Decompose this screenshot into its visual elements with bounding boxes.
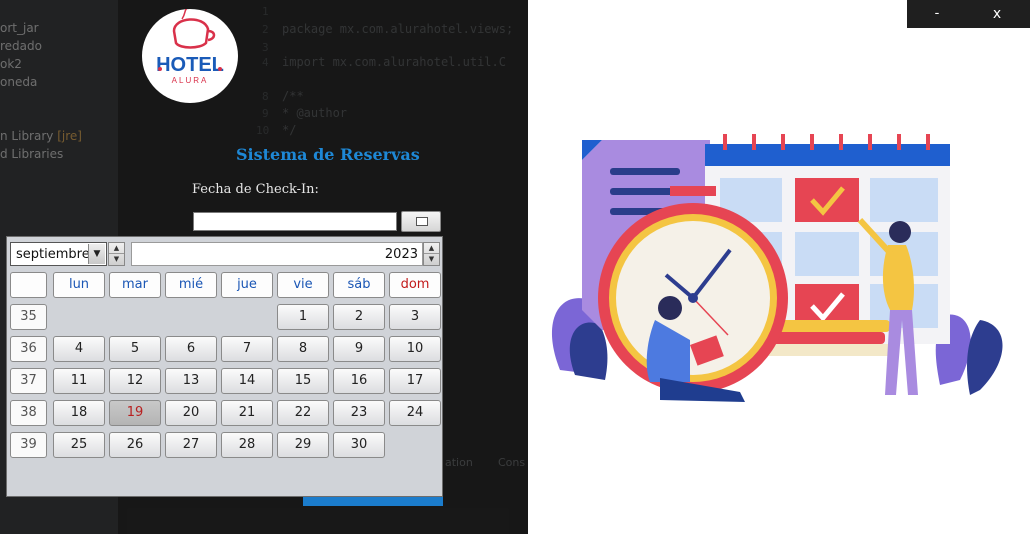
leaf-shape bbox=[569, 322, 608, 380]
day-button[interactable]: 17 bbox=[389, 368, 441, 394]
weekday-header: lun bbox=[53, 272, 105, 298]
weekday-header: jue bbox=[221, 272, 273, 298]
spinner-up-icon[interactable]: ▲ bbox=[424, 243, 439, 254]
day-button[interactable]: 27 bbox=[165, 432, 217, 458]
minimize-button[interactable]: - bbox=[925, 4, 949, 24]
day-button[interactable]: 2 bbox=[333, 304, 385, 330]
page-title: Sistema de Reservas bbox=[236, 145, 420, 164]
spinner-down-icon[interactable]: ▼ bbox=[424, 254, 439, 265]
person-head bbox=[658, 296, 682, 320]
hotel-logo: HOTEL ALURA bbox=[142, 7, 238, 103]
week-header-blank bbox=[10, 272, 47, 298]
week-number: 37 bbox=[10, 368, 47, 394]
spinner-up-icon[interactable]: ▲ bbox=[109, 243, 124, 254]
weekday-header: sáb bbox=[333, 272, 385, 298]
year-spinner[interactable]: ▲ ▼ bbox=[423, 242, 440, 266]
weekday-header-sunday: dom bbox=[389, 272, 441, 298]
day-button[interactable]: 4 bbox=[53, 336, 105, 362]
year-value: 2023 bbox=[384, 247, 418, 262]
logo-text-main: HOTEL bbox=[156, 54, 224, 76]
leaf-shape bbox=[967, 320, 1003, 395]
day-button[interactable]: 11 bbox=[53, 368, 105, 394]
chevron-down-icon[interactable]: ▼ bbox=[88, 244, 105, 264]
weekday-header: mar bbox=[109, 272, 161, 298]
week-number: 38 bbox=[10, 400, 47, 426]
week-number: 35 bbox=[10, 304, 47, 330]
day-button[interactable]: 6 bbox=[165, 336, 217, 362]
month-value: septiembre bbox=[16, 247, 90, 262]
week-number: 36 bbox=[10, 336, 47, 362]
day-button[interactable]: 18 bbox=[53, 400, 105, 426]
day-button[interactable]: 22 bbox=[277, 400, 329, 426]
close-button[interactable]: x bbox=[985, 4, 1009, 24]
weekday-header: mié bbox=[165, 272, 217, 298]
day-button[interactable]: 12 bbox=[109, 368, 161, 394]
day-button[interactable]: 29 bbox=[277, 432, 329, 458]
date-picker-popup: septiembre ▼ ▲ ▼ 2023 ▲ ▼ lun mar mié ju… bbox=[6, 236, 443, 497]
weekday-header: vie bbox=[277, 272, 329, 298]
day-button[interactable]: 21 bbox=[221, 400, 273, 426]
day-button[interactable]: 26 bbox=[109, 432, 161, 458]
day-button[interactable]: 25 bbox=[53, 432, 105, 458]
check-cell bbox=[795, 178, 859, 222]
week-number: 39 bbox=[10, 432, 47, 458]
month-select[interactable]: septiembre ▼ bbox=[10, 242, 107, 266]
spinner-down-icon[interactable]: ▼ bbox=[109, 254, 124, 265]
day-button[interactable]: 20 bbox=[165, 400, 217, 426]
day-button[interactable]: 28 bbox=[221, 432, 273, 458]
day-button-today[interactable]: 19 bbox=[109, 400, 161, 426]
day-button[interactable]: 9 bbox=[333, 336, 385, 362]
checkin-label: Fecha de Check-In: bbox=[192, 182, 319, 197]
day-button[interactable]: 7 bbox=[221, 336, 273, 362]
checkin-date-field[interactable] bbox=[193, 212, 397, 231]
day-button[interactable]: 10 bbox=[389, 336, 441, 362]
day-button[interactable]: 24 bbox=[389, 400, 441, 426]
calendar-icon bbox=[416, 217, 428, 226]
day-button[interactable]: 14 bbox=[221, 368, 273, 394]
day-button[interactable]: 16 bbox=[333, 368, 385, 394]
logo-text-sub: ALURA bbox=[172, 76, 209, 85]
reservation-illustration bbox=[551, 134, 1003, 402]
person-head bbox=[889, 221, 911, 243]
day-button[interactable]: 15 bbox=[277, 368, 329, 394]
month-spinner[interactable]: ▲ ▼ bbox=[108, 242, 125, 266]
logo-mark: HOTEL ALURA bbox=[156, 7, 224, 85]
day-button[interactable]: 5 bbox=[109, 336, 161, 362]
day-button[interactable]: 23 bbox=[333, 400, 385, 426]
year-field[interactable]: 2023 bbox=[131, 242, 423, 266]
day-button[interactable]: 8 bbox=[277, 336, 329, 362]
calendar-button[interactable] bbox=[401, 211, 441, 232]
day-button[interactable]: 1 bbox=[277, 304, 329, 330]
day-button[interactable]: 30 bbox=[333, 432, 385, 458]
day-button[interactable]: 3 bbox=[389, 304, 441, 330]
day-button[interactable]: 13 bbox=[165, 368, 217, 394]
